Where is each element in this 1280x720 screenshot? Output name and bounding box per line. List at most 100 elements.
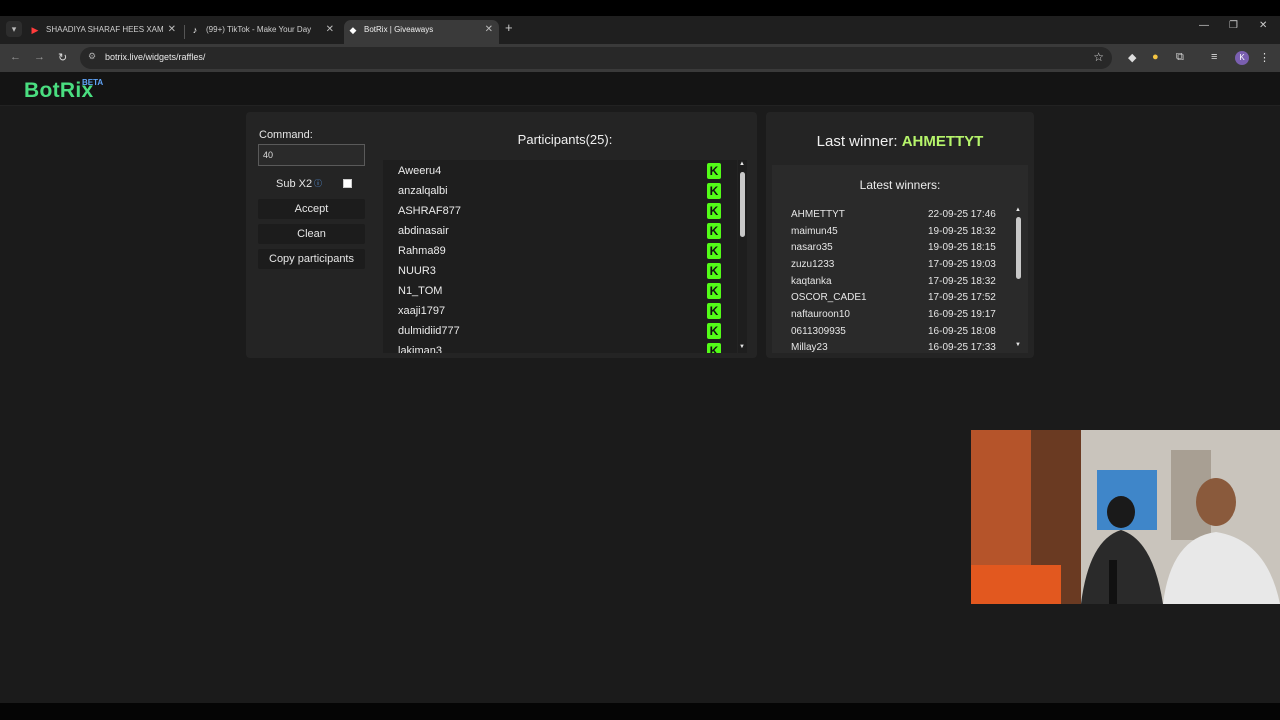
winner-date: 19-09-25 18:32 (928, 226, 996, 237)
accept-button[interactable]: Accept (258, 199, 365, 219)
media-queue-icon[interactable]: ≡ (1211, 51, 1217, 63)
latest-winners-box[interactable]: Latest winners: AHMETTYT 22-09-25 17:46 m… (772, 165, 1028, 353)
maximize-button[interactable]: ❐ (1229, 20, 1238, 31)
participant-name: N1_TOM (398, 285, 443, 297)
scroll-down-icon[interactable]: ▼ (739, 344, 745, 350)
kick-icon: K (707, 223, 721, 239)
sub-x2-checkbox[interactable] (343, 179, 352, 188)
botrix-icon: ◆ (349, 25, 357, 35)
webcam-scene (971, 430, 1280, 604)
last-winner: Last winner: AHMETTYT (766, 133, 1034, 150)
winner-name: kaqtanka (791, 276, 832, 287)
extension-coin-icon[interactable]: ● (1152, 51, 1159, 63)
close-icon[interactable]: ✕ (485, 20, 493, 40)
participant-name: dulmidiid777 (398, 325, 460, 337)
back-icon[interactable]: ← (10, 51, 21, 63)
latest-winners-title: Latest winners: (859, 178, 941, 192)
forward-icon[interactable]: → (34, 51, 45, 63)
close-window-button[interactable]: ✕ (1259, 20, 1267, 31)
winner-name: 0611309935 (791, 326, 846, 337)
participant-name: xaaji1797 (398, 305, 446, 317)
profile-avatar[interactable]: K (1235, 51, 1249, 65)
list-item: Rahma89 K (383, 241, 737, 261)
participant-name: ASHRAF877 (398, 205, 461, 217)
tab-tiktok[interactable]: ♪ (99+) TikTok - Make Your Day ✕ (186, 20, 340, 44)
clean-button[interactable]: Clean (258, 224, 365, 244)
address-bar: ← → ↻ ⚙ botrix.live/widgets/raffles/ ☆ ◆… (0, 44, 1280, 72)
extension-diamond-icon[interactable]: ◆ (1128, 51, 1136, 64)
winners-scroll-thumb[interactable] (1016, 217, 1021, 279)
participants-scroll-thumb[interactable] (740, 172, 745, 237)
participants-title: Participants(25): (517, 132, 613, 147)
participant-name: Rahma89 (398, 245, 446, 257)
winner-date: 16-09-25 19:17 (928, 309, 996, 320)
list-item: NUUR3 K (383, 261, 737, 281)
kick-icon: K (707, 263, 721, 279)
youtube-icon: ▶ (31, 25, 39, 35)
tab-search-icon[interactable]: ▾ (6, 21, 22, 37)
list-item: dulmidiid777 K (383, 321, 737, 341)
reload-icon[interactable]: ↻ (58, 51, 67, 64)
tab-divider (184, 25, 185, 39)
list-item: xaaji1797 K (383, 301, 737, 321)
participants-list[interactable]: Aweeru4 K anzalqalbi K ASHRAF877 K abdinasa… (383, 160, 737, 353)
scroll-up-icon[interactable]: ▲ (739, 161, 745, 167)
winner-date: 17-09-25 19:03 (928, 259, 996, 270)
winner-date: 16-09-25 17:33 (928, 342, 996, 353)
command-input[interactable] (258, 144, 365, 166)
command-label: Command: (259, 129, 313, 141)
winner-name: maimun45 (791, 226, 838, 237)
kick-icon: K (707, 303, 721, 319)
webcam-overlay (971, 430, 1280, 604)
kick-icon: K (707, 323, 721, 339)
kick-icon: K (707, 163, 721, 179)
bookmark-star-icon[interactable]: ☆ (1093, 50, 1104, 64)
table-row: maimun45 19-09-25 18:32 (772, 224, 1012, 241)
kick-icon: K (707, 183, 721, 199)
list-item: Aweeru4 K (383, 161, 737, 181)
new-tab-button[interactable]: + (505, 20, 513, 35)
site-info-icon[interactable]: ⚙ (88, 51, 96, 62)
site-header (0, 72, 1280, 106)
participant-name: anzalqalbi (398, 185, 448, 197)
info-icon[interactable]: ⓘ (314, 178, 322, 189)
table-row: 0611309935 16-09-25 18:08 (772, 324, 1012, 341)
table-row: nasaro35 19-09-25 18:15 (772, 240, 1012, 257)
winner-date: 16-09-25 18:08 (928, 326, 996, 337)
participant-name: NUUR3 (398, 265, 436, 277)
table-row: OSCOR_CADE1 17-09-25 17:52 (772, 290, 1012, 307)
winner-name: OSCOR_CADE1 (791, 292, 867, 303)
winner-name: Millay23 (791, 342, 828, 353)
tab-youtube[interactable]: ▶ SHAADIYA SHARAF HEES XAM ✕ (26, 20, 182, 44)
table-row: naftauroon10 16-09-25 19:17 (772, 307, 1012, 324)
kick-icon: K (707, 243, 721, 259)
table-row: zuzu1233 17-09-25 19:03 (772, 257, 1012, 274)
winner-name: naftauroon10 (791, 309, 850, 320)
minimize-button[interactable]: — (1199, 20, 1209, 31)
taskbar-strip (0, 703, 1280, 720)
close-icon[interactable]: ✕ (168, 20, 176, 40)
tab-title: SHAADIYA SHARAF HEES XAM (46, 25, 164, 34)
browser-menu-icon[interactable]: ⋮ (1259, 51, 1270, 64)
top-strip (0, 0, 1280, 16)
last-winner-label: Last winner: (816, 133, 898, 150)
winners-scroll-down-icon[interactable]: ▼ (1015, 342, 1021, 348)
copy-participants-button[interactable]: Copy participants (258, 249, 365, 269)
extensions-puzzle-icon[interactable]: ⧉ (1176, 51, 1184, 64)
winners-scroll-up-icon[interactable]: ▲ (1015, 207, 1021, 213)
sub-x2-label: Sub X2 (276, 178, 313, 190)
url-field[interactable]: ⚙ botrix.live/widgets/raffles/ ☆ (80, 47, 1112, 69)
winner-date: 17-09-25 17:52 (928, 292, 996, 303)
tab-botrix[interactable]: ◆ BotRix | Giveaways ✕ (344, 20, 499, 44)
winner-name: AHMETTYT (791, 209, 845, 220)
participant-name: Aweeru4 (398, 165, 442, 177)
close-icon[interactable]: ✕ (326, 20, 334, 40)
tab-bar: ▾ ▶ SHAADIYA SHARAF HEES XAM ✕ ♪ (99+) T… (0, 16, 1280, 44)
winner-name: nasaro35 (791, 242, 833, 253)
tab-title: (99+) TikTok - Make Your Day (206, 25, 312, 34)
winner-date: 19-09-25 18:15 (928, 242, 996, 253)
table-row: AHMETTYT 22-09-25 17:46 (772, 207, 1012, 224)
participant-name: abdinasair (398, 225, 449, 237)
list-item: ASHRAF877 K (383, 201, 737, 221)
winner-name: zuzu1233 (791, 259, 835, 270)
